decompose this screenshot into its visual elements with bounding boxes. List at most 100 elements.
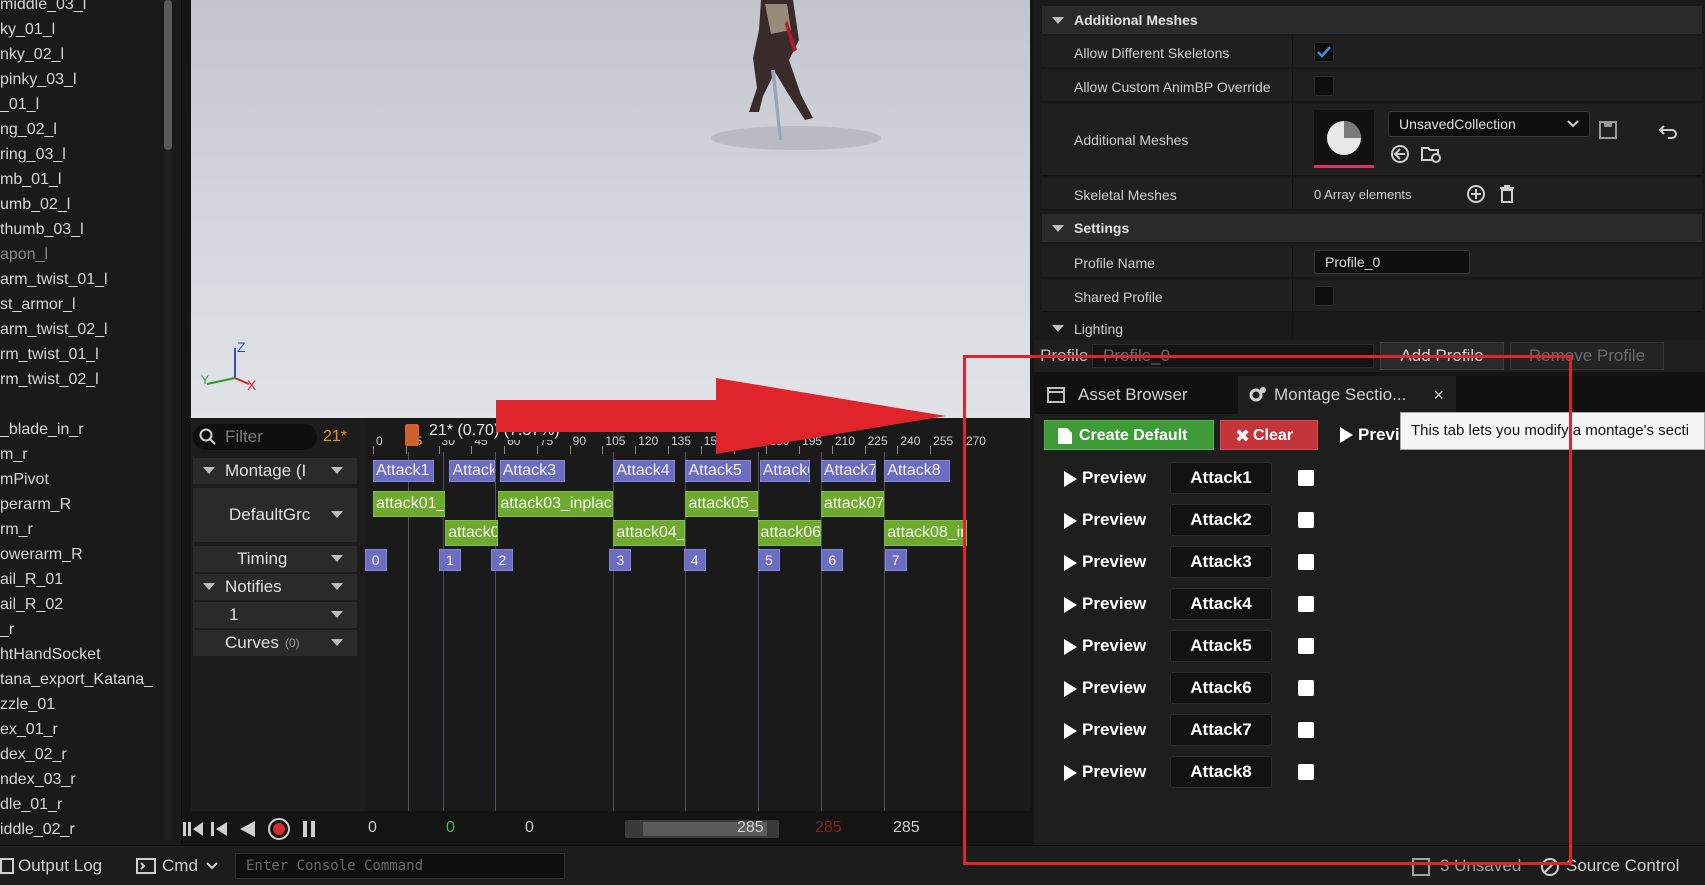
section-name-field[interactable]: Attack2	[1170, 504, 1272, 536]
clear-button[interactable]: ✖ Clear	[1220, 420, 1318, 450]
tree-item[interactable]: ail_R_01	[0, 571, 63, 593]
tree-item[interactable]: tana_export_Katana_	[0, 671, 153, 693]
profile-dropdown[interactable]: Profile_0	[1092, 344, 1374, 368]
section-name-field[interactable]: Attack4	[1170, 588, 1272, 620]
timing-marker[interactable]: 4	[683, 549, 706, 571]
view-end[interactable]: 285	[737, 819, 764, 837]
save-icon[interactable]	[1598, 120, 1618, 140]
tree-item[interactable]: zzle_01	[0, 696, 55, 718]
tree-item[interactable]: mb_01_l	[0, 171, 61, 193]
tree-item[interactable]: arm_twist_01_l	[0, 271, 108, 293]
tree-item[interactable]: nky_02_l	[0, 46, 64, 68]
unsaved-button[interactable]: 3 Unsaved	[1412, 856, 1521, 876]
chevron-down-icon[interactable]	[331, 511, 343, 518]
montage-section[interactable]: Attack4	[613, 460, 675, 482]
tree-item[interactable]: ex_01_r	[0, 721, 58, 743]
chevron-down-icon[interactable]	[331, 639, 343, 646]
tab-asset-browser[interactable]: Asset Browser	[1042, 376, 1218, 414]
allow-different-skeletons-checkbox[interactable]	[1314, 42, 1334, 62]
tree-item[interactable]: ky_01_l	[0, 21, 55, 43]
reset-icon[interactable]	[1658, 122, 1678, 140]
pause-icon[interactable]	[299, 819, 319, 839]
tree-item[interactable]: m_r	[0, 446, 28, 468]
timing-marker[interactable]: 0	[365, 549, 387, 571]
back-arrow-icon[interactable]	[1390, 144, 1410, 164]
anim-segment[interactable]: attack01_	[373, 491, 446, 517]
section-name-field[interactable]: Attack7	[1170, 714, 1272, 746]
anim-segment[interactable]: attack03_inplac	[497, 491, 614, 517]
create-default-button[interactable]: Create Default	[1044, 420, 1214, 450]
timing-marker[interactable]: 1	[438, 549, 461, 571]
playhead[interactable]	[405, 424, 419, 446]
source-control-button[interactable]: Source Control	[1540, 856, 1679, 876]
tree-item[interactable]: owerarm_R	[0, 546, 83, 568]
tree-item[interactable]: perarm_R	[0, 496, 71, 518]
preview-all-button[interactable]: Previ	[1340, 420, 1400, 450]
preview-button[interactable]: Preview	[1064, 762, 1146, 782]
track-slot[interactable]: DefaultGrc	[193, 488, 357, 542]
montage-section[interactable]: Attack7	[820, 460, 876, 482]
preview-button[interactable]: Preview	[1064, 594, 1146, 614]
tree-item[interactable]: dex_02_r	[0, 746, 67, 768]
preview-button[interactable]: Preview	[1064, 678, 1146, 698]
tree-item[interactable]: apon_l	[0, 246, 48, 268]
anim-segment[interactable]: attack08_inp	[884, 520, 968, 546]
tree-item[interactable]: htHandSocket	[0, 646, 101, 668]
section-checkbox[interactable]	[1298, 638, 1314, 654]
collapse-arrow-icon[interactable]	[203, 583, 215, 590]
collapse-arrow-icon[interactable]	[1052, 325, 1064, 332]
tree-item[interactable]: rm_twist_01_l	[0, 346, 99, 368]
section-checkbox[interactable]	[1298, 596, 1314, 612]
anim-segment[interactable]: attack04_	[613, 520, 686, 546]
mesh-thumbnail[interactable]	[1314, 110, 1374, 168]
step-back-icon[interactable]	[209, 819, 229, 839]
preview-button[interactable]: Preview	[1064, 552, 1146, 572]
montage-section[interactable]: Attack5	[685, 460, 751, 482]
view-start[interactable]: 0	[525, 819, 534, 837]
tab-montage-sections[interactable]: Montage Sectio... ×	[1238, 376, 1456, 414]
tree-item[interactable]: mPivot	[0, 471, 49, 493]
scrollbar-thumb[interactable]	[164, 0, 172, 150]
tree-item[interactable]: _01_l	[0, 96, 39, 118]
section-name-field[interactable]: Attack1	[1170, 462, 1272, 494]
chevron-down-icon[interactable]	[331, 555, 343, 562]
category-settings[interactable]: Settings	[1042, 214, 1702, 242]
range-start[interactable]: 0	[368, 819, 377, 837]
section-checkbox[interactable]	[1298, 554, 1314, 570]
shared-profile-checkbox[interactable]	[1314, 286, 1334, 306]
section-name-field[interactable]: Attack6	[1170, 672, 1272, 704]
tree-item[interactable]: st_armor_l	[0, 296, 76, 318]
montage-section[interactable]: Attack8	[884, 460, 950, 482]
anim-segment[interactable]: attack07	[820, 491, 885, 517]
category-lighting[interactable]: Lighting	[1042, 314, 1702, 342]
tree-item[interactable]: rm_r	[0, 521, 33, 543]
preview-button[interactable]: Preview	[1064, 510, 1146, 530]
montage-section[interactable]: Attack6	[759, 460, 810, 482]
chevron-down-icon[interactable]	[331, 467, 343, 474]
tree-item[interactable]: pinky_03_l	[0, 71, 77, 93]
timing-marker[interactable]: 5	[757, 549, 780, 571]
track-montage[interactable]: Montage (I	[193, 458, 357, 484]
montage-section[interactable]: Attack1	[373, 460, 435, 482]
track-curves[interactable]: Curves (0)	[193, 630, 357, 656]
section-checkbox[interactable]	[1298, 764, 1314, 780]
category-additional-meshes[interactable]: Additional Meshes	[1042, 6, 1702, 34]
playback-end[interactable]: 285	[815, 819, 842, 837]
tree-item[interactable]: rm_twist_02_l	[0, 371, 99, 393]
allow-custom-animbp-checkbox[interactable]	[1314, 76, 1334, 96]
tree-item[interactable]: arm_twist_02_l	[0, 321, 108, 343]
track-notify-1[interactable]: 1	[193, 602, 357, 628]
anim-segment[interactable]: attack02	[445, 520, 498, 546]
output-log-button[interactable]: Output Log	[0, 856, 102, 876]
track-notifies[interactable]: Notifies	[193, 574, 357, 600]
console-input[interactable]: Enter Console Command	[235, 853, 565, 879]
close-tab-icon[interactable]: ×	[1433, 376, 1444, 414]
tree-item[interactable]: ail_R_02	[0, 596, 63, 618]
section-name-field[interactable]: Attack8	[1170, 756, 1272, 788]
anim-segment[interactable]: attack05_	[685, 491, 758, 517]
tree-item[interactable]: ndex_03_r	[0, 771, 76, 793]
viewport[interactable]: Z X Y	[191, 0, 1030, 418]
preview-button[interactable]: Preview	[1064, 636, 1146, 656]
tree-item[interactable]: umb_02_l	[0, 196, 70, 218]
cmd-dropdown[interactable]: Cmd	[136, 856, 218, 876]
